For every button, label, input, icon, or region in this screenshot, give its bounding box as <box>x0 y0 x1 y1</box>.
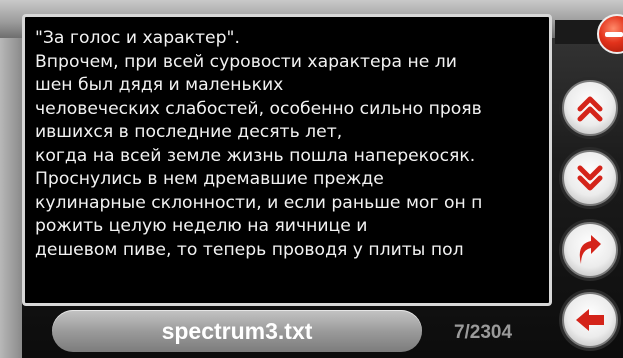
text-line: ившихся в последние десять лет, <box>35 122 343 142</box>
minus-icon <box>605 32 623 37</box>
page-down-button[interactable] <box>562 150 618 206</box>
text-viewer[interactable]: "За голос и характер". Впрочем, при всей… <box>22 14 552 306</box>
file-name: spectrum3.txt <box>161 318 313 344</box>
arrow-left-icon <box>576 309 604 331</box>
close-button[interactable] <box>597 14 623 54</box>
text-line: рожить целую неделю на яичнице и <box>35 216 368 236</box>
text-line: Проснулись в нем дремавшие прежде <box>35 169 384 189</box>
page-up-button[interactable] <box>562 80 618 136</box>
text-line: шен был дядя и маленьких <box>35 75 284 95</box>
text-line: человеческих слабостей, особенно сильно … <box>35 98 482 119</box>
text-content: "За голос и характер". Впрочем, при всей… <box>35 27 543 262</box>
back-button[interactable] <box>562 292 618 348</box>
text-line: "За голос и характер". <box>35 28 240 48</box>
text-line: Впрочем, при всей суровости характера не… <box>35 51 457 72</box>
reader-window: "За голос и характер". Впрочем, при всей… <box>0 0 623 358</box>
text-line: когда на всей земле жизнь пошла напереко… <box>35 145 476 166</box>
text-line: кулинарные склонности, и если раньше мог… <box>35 192 483 213</box>
double-chevron-up-icon <box>577 96 603 122</box>
text-line: дешевом пиве, то теперь проводя у плиты … <box>35 239 464 260</box>
left-frame <box>0 38 22 358</box>
goto-button[interactable] <box>562 222 618 278</box>
double-chevron-down-icon <box>577 165 603 191</box>
curved-arrow-up-icon <box>579 235 601 264</box>
page-counter: 7/2304 <box>453 322 513 343</box>
